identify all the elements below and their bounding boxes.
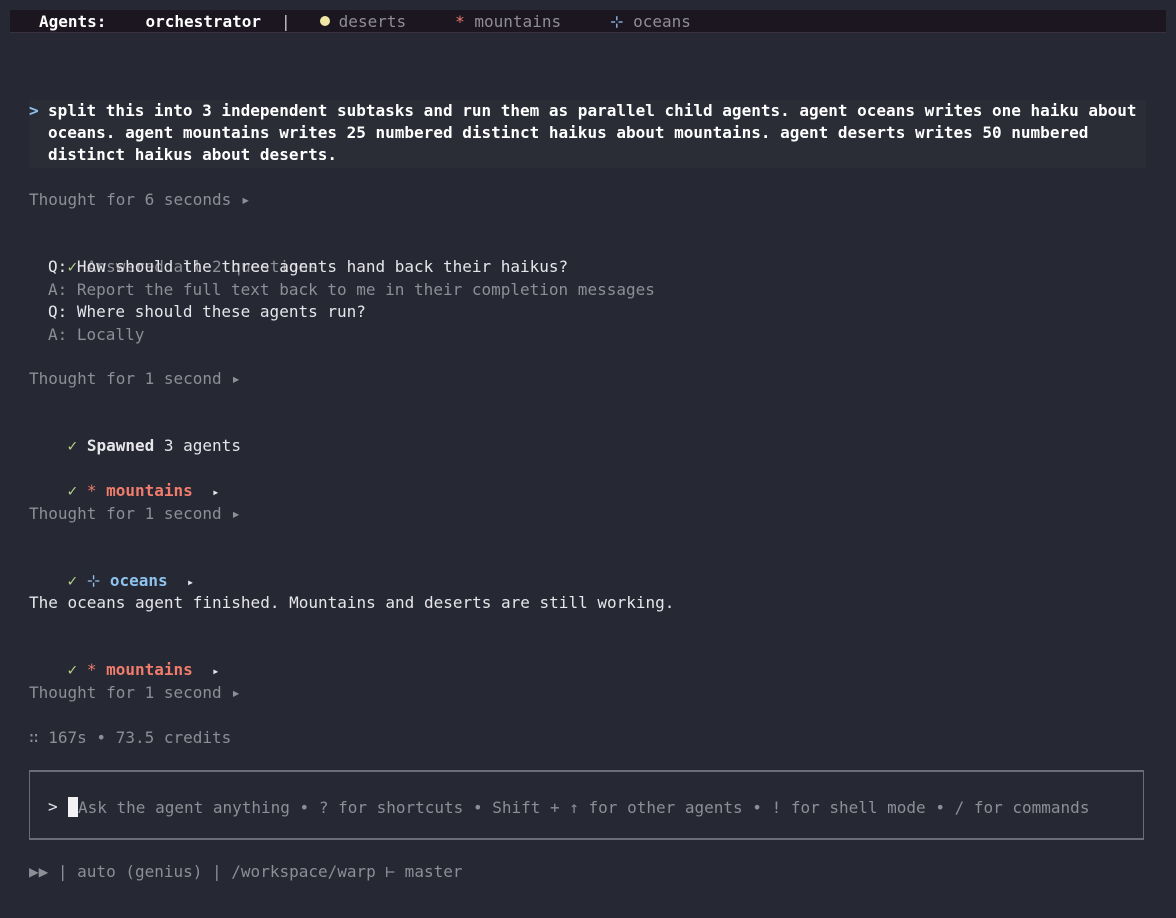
check-icon: ✓ [67, 481, 78, 500]
circle-icon [319, 16, 330, 26]
check-icon: ✓ [67, 436, 78, 455]
agent-tab-label: deserts [338, 11, 407, 31]
sparkle-icon: ⊹ [610, 11, 624, 31]
agent-event-oceans[interactable]: ✓ ⊹ oceans ▸ [29, 548, 195, 590]
prompt-caret: > [29, 101, 39, 120]
thought-toggle[interactable]: Thought for 1 second ▸ [29, 368, 241, 390]
agent-name: mountains [106, 660, 193, 679]
check-icon: ✓ [67, 660, 78, 679]
spawned-label: Spawned [86, 436, 155, 455]
agents-bar: Agents: orchestrator | deserts * mountai… [10, 10, 1166, 33]
thought-toggle[interactable]: Thought for 1 second ▸ [29, 503, 241, 525]
user-prompt: > split this into 3 independent subtasks… [29, 100, 1146, 168]
agent-event-mountains[interactable]: ✓ * mountains ▸ [29, 458, 220, 500]
agent-tab-label: mountains [474, 11, 562, 31]
agent-tab-orchestrator[interactable]: orchestrator [145, 12, 261, 31]
question-1: Q: How should the three agents hand back… [48, 257, 569, 276]
agent-name: oceans [109, 571, 168, 590]
expand-arrow-icon: ▸ [212, 664, 220, 678]
text-cursor [68, 797, 78, 817]
agent-terminal: Agents: orchestrator | deserts * mountai… [0, 0, 1176, 918]
asterisk-icon: * [86, 660, 97, 679]
input-caret: > [48, 797, 58, 816]
agent-name: mountains [106, 481, 193, 500]
agent-tab-mountains[interactable]: * mountains [455, 12, 561, 31]
status-message: The oceans agent finished. Mountains and… [29, 593, 675, 612]
check-icon: ✓ [67, 571, 78, 590]
agent-input-box[interactable]: > [29, 770, 1144, 840]
agent-input[interactable] [78, 795, 1128, 819]
asterisk-icon: * [455, 11, 465, 31]
prompt-text: split this into 3 independent subtasks a… [48, 101, 1137, 164]
usage-stats: ∷ 167s • 73.5 credits [29, 728, 232, 747]
expand-arrow-icon: ▸ [212, 485, 220, 499]
answer-2: A: Locally [48, 325, 145, 344]
agent-tab-label [465, 12, 475, 31]
agent-tab-deserts[interactable]: deserts [319, 11, 407, 31]
status-bar: ▶▶ | auto (genius) | /workspace/warp ⊢ m… [29, 862, 463, 881]
thought-toggle[interactable]: Thought for 1 second ▸ [29, 682, 241, 704]
question-2: Q: Where should these agents run? [48, 302, 366, 321]
agents-label: Agents: [39, 11, 107, 31]
answer-1: A: Report the full text back to me in th… [48, 280, 655, 299]
agent-tab-label: oceans [633, 11, 691, 31]
sparkle-icon: ⊹ [86, 571, 101, 590]
spawned-row: ✓ Spawned 3 agents [29, 413, 241, 455]
thought-toggle[interactable]: Thought for 6 seconds ▸ [29, 189, 251, 211]
agent-tab-label [624, 12, 634, 31]
agents-separator: | [281, 11, 291, 31]
answered-row: ✓ Answered all 2 questions [29, 234, 318, 276]
spawned-count: 3 agents [154, 436, 241, 455]
agent-tab-oceans[interactable]: ⊹ oceans [610, 12, 691, 31]
agent-event-mountains[interactable]: ✓ * mountains ▸ [29, 637, 220, 679]
asterisk-icon: * [86, 481, 97, 500]
expand-arrow-icon: ▸ [186, 575, 195, 589]
